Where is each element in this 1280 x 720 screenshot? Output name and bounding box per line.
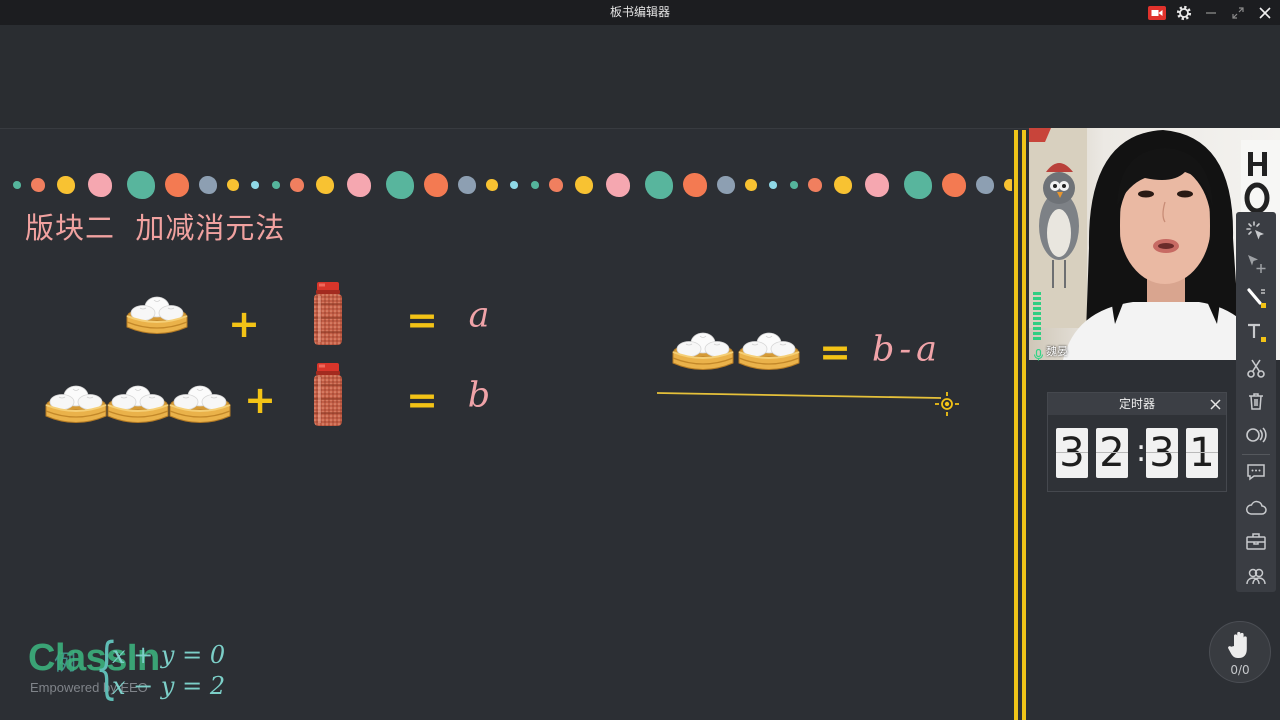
minimize-icon[interactable] xyxy=(1202,4,1220,22)
handwritten-result-a: a xyxy=(468,295,490,336)
decorative-dot xyxy=(606,173,630,197)
timer-title: 定时器 xyxy=(1118,397,1155,411)
decorative-dot xyxy=(575,176,593,194)
decorative-dot xyxy=(316,176,334,194)
top-empty-area xyxy=(0,25,1280,129)
toolbar-divider xyxy=(1242,454,1270,455)
raise-hand-count: 0/0 xyxy=(1230,663,1250,677)
decorative-dot xyxy=(769,181,777,189)
select-icon[interactable] xyxy=(1236,248,1276,280)
steamed-bun-basket xyxy=(107,383,169,425)
decorative-dot xyxy=(127,171,155,199)
timer-digit: 3 xyxy=(1056,428,1088,478)
decorative-dot xyxy=(549,178,563,192)
steamed-bun-basket xyxy=(126,294,188,336)
example-equation-1: x + y = 0 xyxy=(112,641,226,669)
decorative-dot xyxy=(199,176,217,194)
timer-digit: 2 xyxy=(1096,428,1128,478)
board-divider xyxy=(1014,130,1026,720)
participant-name: 魏晏 xyxy=(1046,345,1068,358)
decorative-dot xyxy=(486,179,498,191)
decorative-dot xyxy=(808,178,822,192)
decorative-dot xyxy=(347,173,371,197)
plus-sign: + xyxy=(244,378,276,422)
decorative-dot xyxy=(904,171,932,199)
handwritten-result-b-minus-a: b-a xyxy=(871,329,943,370)
laser-pointer-icon[interactable] xyxy=(1236,215,1276,247)
handwritten-result-b: b xyxy=(467,375,491,416)
text-icon[interactable] xyxy=(1236,316,1276,348)
cloud-icon[interactable] xyxy=(1236,492,1276,524)
decorative-dot xyxy=(865,173,889,197)
decorative-dot xyxy=(683,173,707,197)
sauce-jar xyxy=(310,282,346,346)
timer-widget[interactable]: 定时器 3 2 : 3 1 xyxy=(1047,392,1227,492)
close-icon[interactable] xyxy=(1256,4,1274,22)
decorative-dot-row xyxy=(0,165,1012,205)
decorative-dot xyxy=(458,176,476,194)
timer-digit: 3 xyxy=(1146,428,1178,478)
decorative-dot xyxy=(88,173,112,197)
equals-sign: = xyxy=(406,378,438,422)
steamed-bun-basket xyxy=(169,383,231,425)
board-toolbar xyxy=(1236,212,1276,592)
decorative-dot xyxy=(165,173,189,197)
mic-volume-meter xyxy=(1033,292,1041,342)
decorative-dot xyxy=(57,176,75,194)
pen-icon[interactable] xyxy=(1236,282,1276,314)
timer-digit: 1 xyxy=(1186,428,1218,478)
equals-sign: = xyxy=(406,298,438,342)
chat-icon[interactable] xyxy=(1236,456,1276,488)
decorative-dot xyxy=(227,179,239,191)
trash-icon[interactable] xyxy=(1236,385,1276,417)
decorative-dot xyxy=(745,179,757,191)
raise-hand-button[interactable]: 0/0 xyxy=(1209,621,1271,683)
record-icon[interactable] xyxy=(1148,4,1166,22)
decorative-dot xyxy=(976,176,994,194)
decorative-dot xyxy=(645,171,673,199)
decorative-dot xyxy=(290,178,304,192)
decorative-dot xyxy=(251,181,259,189)
timer-close-icon[interactable] xyxy=(1208,397,1222,411)
steamed-bun-basket xyxy=(672,330,734,372)
decorative-dot xyxy=(717,176,735,194)
timer-header[interactable]: 定时器 xyxy=(1048,393,1226,415)
steamed-bun-basket xyxy=(738,330,800,372)
example-equation-2: x − y = 2 xyxy=(112,672,226,700)
plus-sign: + xyxy=(228,302,260,346)
decorative-dot xyxy=(510,181,518,189)
sauce-jar xyxy=(310,363,346,427)
hand-icon xyxy=(1227,630,1253,660)
microphone-icon xyxy=(1033,346,1044,361)
decorative-dot xyxy=(834,176,852,194)
decorative-dot xyxy=(31,178,45,192)
group-icon[interactable] xyxy=(1236,560,1276,592)
gear-icon[interactable] xyxy=(1175,4,1193,22)
timer-separator: : xyxy=(1136,434,1147,469)
title-bar: 板书编辑器 xyxy=(0,0,1280,25)
decorative-dot xyxy=(424,173,448,197)
decorative-dot xyxy=(1004,179,1012,191)
equals-sign: = xyxy=(819,330,851,374)
scissors-icon[interactable] xyxy=(1236,352,1276,384)
toolbox-icon[interactable] xyxy=(1236,525,1276,557)
decorative-dot xyxy=(386,171,414,199)
decorative-dot xyxy=(790,181,798,189)
decorative-dot xyxy=(272,181,280,189)
decorative-dot xyxy=(942,173,966,197)
decorative-dot xyxy=(13,181,21,189)
shape-icon[interactable] xyxy=(1236,419,1276,451)
window-title: 板书编辑器 xyxy=(609,5,670,19)
restore-icon[interactable] xyxy=(1229,4,1247,22)
steamed-bun-basket xyxy=(45,383,107,425)
decorative-dot xyxy=(531,181,539,189)
section-heading: 版块二 加减消元法 xyxy=(25,211,286,245)
